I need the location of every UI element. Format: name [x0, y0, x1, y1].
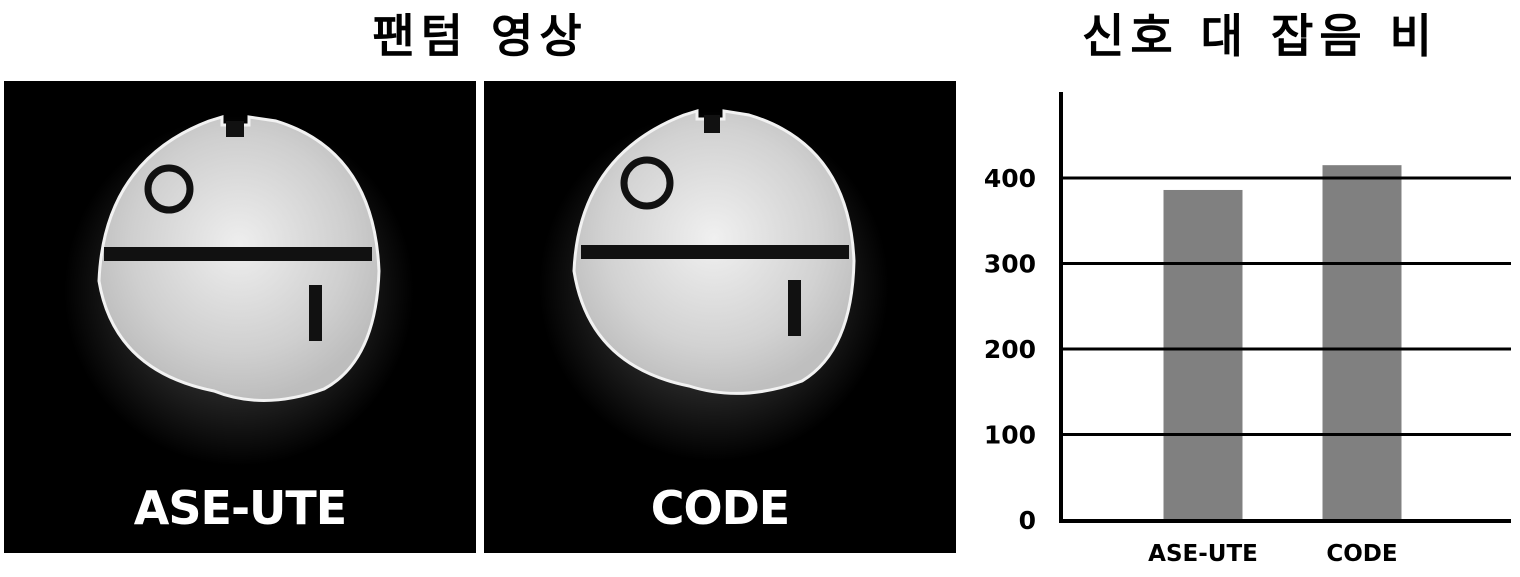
panel-label: ASE-UTE [133, 481, 347, 535]
panel-label: CODE [650, 481, 790, 535]
y-tick-label: 200 [984, 335, 1036, 364]
y-tick-label: 100 [984, 421, 1036, 450]
x-category-label: ASE-UTE [1148, 541, 1258, 567]
bar-ase-ute [1163, 189, 1243, 520]
phantom-image-panel-ase-ute: ASE-UTE [4, 81, 476, 553]
snr-chart-title: 신호 대 잡음 비 [1082, 9, 1438, 63]
x-category-label: CODE [1326, 541, 1397, 567]
snr-bar-chart: 0 100 200 300 400 ASE-UTE CODE [984, 92, 1511, 567]
phantom-images-title: 팬텀 영상 [372, 9, 588, 63]
y-tick-label: 300 [984, 250, 1036, 279]
y-tick-label: 0 [1019, 506, 1036, 535]
phantom-image-panel-code: CODE [484, 81, 956, 553]
y-tick-label: 400 [984, 164, 1036, 193]
bar-code [1322, 165, 1402, 521]
